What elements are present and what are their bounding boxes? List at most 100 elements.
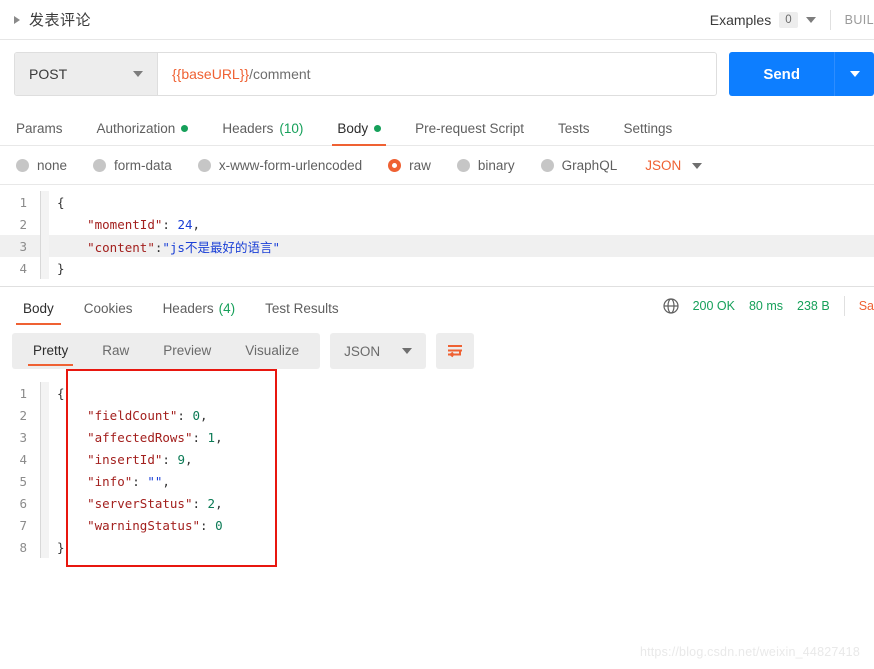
code-text: "serverStatus": 2, <box>49 495 222 511</box>
send-button-group: Send <box>729 52 874 96</box>
fold-gutter <box>40 426 49 448</box>
code-token: "content" <box>87 239 155 255</box>
code-token: "insertId" <box>87 451 163 467</box>
send-button[interactable]: Send <box>729 52 834 96</box>
request-tab-body[interactable]: Body <box>320 121 398 146</box>
code-text: "warningStatus": 0 <box>49 517 222 533</box>
line-number: 6 <box>19 495 27 511</box>
chevron-down-icon[interactable] <box>133 71 143 77</box>
body-type-x-www-form-urlencoded[interactable]: x-www-form-urlencoded <box>197 158 362 173</box>
response-time: 80 ms <box>748 299 784 313</box>
code-line: 8} <box>0 536 874 558</box>
code-line: 1{ <box>0 382 874 404</box>
code-token: , <box>192 216 201 232</box>
body-type-graphql[interactable]: GraphQL <box>540 158 617 173</box>
examples-count-badge: 0 <box>779 11 798 28</box>
request-tab-headers[interactable]: Headers (10) <box>205 121 320 145</box>
code-token: { <box>57 385 65 401</box>
response-view-pretty[interactable]: Pretty <box>16 333 85 369</box>
http-method-select[interactable]: POST <box>15 53 158 95</box>
response-tab-body[interactable]: Body <box>8 301 69 325</box>
chevron-down-icon[interactable] <box>402 348 413 354</box>
response-tab-cookies[interactable]: Cookies <box>69 301 148 325</box>
body-type-none[interactable]: none <box>16 158 67 173</box>
fold-gutter <box>40 213 49 235</box>
code-token: "" <box>147 473 163 489</box>
body-type-binary[interactable]: binary <box>456 158 515 173</box>
body-type-raw[interactable]: raw <box>388 158 431 173</box>
radio-label: none <box>37 158 68 173</box>
code-token: "momentId" <box>87 216 163 232</box>
chevron-down-icon[interactable] <box>692 162 703 169</box>
code-text: "affectedRows": 1, <box>49 430 222 445</box>
response-format-select[interactable]: JSON <box>330 333 427 369</box>
code-token: : <box>177 407 193 423</box>
body-format-value: JSON <box>645 158 682 173</box>
code-text: "momentId": 24, <box>49 217 200 232</box>
word-wrap-button[interactable] <box>436 333 475 369</box>
line-number: 5 <box>19 473 27 489</box>
tab-label: Tests <box>557 121 590 136</box>
response-size: 238 B <box>797 299 830 313</box>
code-line: 6 "serverStatus": 2, <box>0 492 874 514</box>
response-body-editor[interactable]: 1{2 "fieldCount": 0, 3 "affectedRows": 1,… <box>0 377 874 558</box>
url-variable-token: {{baseURL}} <box>172 66 250 82</box>
response-view-visualize[interactable]: Visualize <box>228 333 316 369</box>
code-token: 24 <box>177 216 193 232</box>
radio-icon[interactable] <box>16 159 29 172</box>
code-line: 2 "momentId": 24, <box>0 213 874 235</box>
line-number: 1 <box>19 194 27 210</box>
fold-gutter <box>40 235 49 257</box>
request-tab-pre-request-script[interactable]: Pre-request Script <box>398 121 541 145</box>
code-token: : <box>200 517 216 533</box>
response-view-preview[interactable]: Preview <box>146 333 228 369</box>
response-format-value: JSON <box>344 343 381 359</box>
line-number: 2 <box>19 216 27 232</box>
radio-icon[interactable] <box>197 159 211 172</box>
radio-icon[interactable] <box>540 159 554 172</box>
code-line: 1{ <box>0 191 874 213</box>
method-url-group: POST {{baseURL}}/comment <box>14 52 718 96</box>
code-line: 3 "content":"js不是最好的语言" <box>0 235 874 257</box>
code-token: "info" <box>87 473 133 489</box>
code-token: , <box>162 473 170 489</box>
radio-label: raw <box>409 158 431 173</box>
request-tab-authorization[interactable]: Authorization <box>80 121 206 145</box>
request-title-group[interactable]: 发表评论 <box>0 9 91 30</box>
examples-dropdown[interactable]: Examples 0 <box>710 11 830 28</box>
response-tab-headers[interactable]: Headers (4) <box>148 301 251 325</box>
response-view-raw[interactable]: Raw <box>85 333 146 369</box>
radio-icon[interactable] <box>93 159 107 172</box>
http-method-value: POST <box>29 66 68 82</box>
send-options-button[interactable] <box>834 52 874 96</box>
caret-right-icon[interactable] <box>14 15 20 24</box>
tab-label: Authorization <box>96 121 176 136</box>
radio-icon[interactable] <box>388 159 402 172</box>
body-type-form-data[interactable]: form-data <box>93 158 172 173</box>
save-response-button[interactable]: Sa <box>859 299 874 313</box>
tab-label: Headers <box>162 301 214 316</box>
code-token: : <box>192 495 208 511</box>
request-tab-params[interactable]: Params <box>14 121 80 145</box>
chevron-down-icon[interactable] <box>805 16 816 23</box>
line-number: 3 <box>19 238 27 254</box>
url-input[interactable]: {{baseURL}}/comment <box>158 53 716 95</box>
body-format-select[interactable]: JSON <box>645 158 703 173</box>
request-tab-tests[interactable]: Tests <box>541 121 607 145</box>
fold-gutter <box>40 514 49 536</box>
request-tab-settings[interactable]: Settings <box>606 121 689 145</box>
build-label[interactable]: BUIL <box>831 13 874 27</box>
code-token: } <box>57 260 65 276</box>
chevron-down-icon <box>849 71 860 77</box>
radio-icon[interactable] <box>456 159 470 172</box>
response-tab-test-results[interactable]: Test Results <box>250 301 354 325</box>
fold-gutter <box>40 536 49 558</box>
code-text: "content":"js不是最好的语言" <box>49 237 280 256</box>
fold-gutter <box>40 470 49 492</box>
code-text: } <box>49 540 65 555</box>
tab-label: Test Results <box>265 301 339 316</box>
modified-dot-icon <box>374 125 382 132</box>
request-body-editor[interactable]: 1{2 "momentId": 24, 3 "content":"js不是最好的语… <box>0 185 874 287</box>
